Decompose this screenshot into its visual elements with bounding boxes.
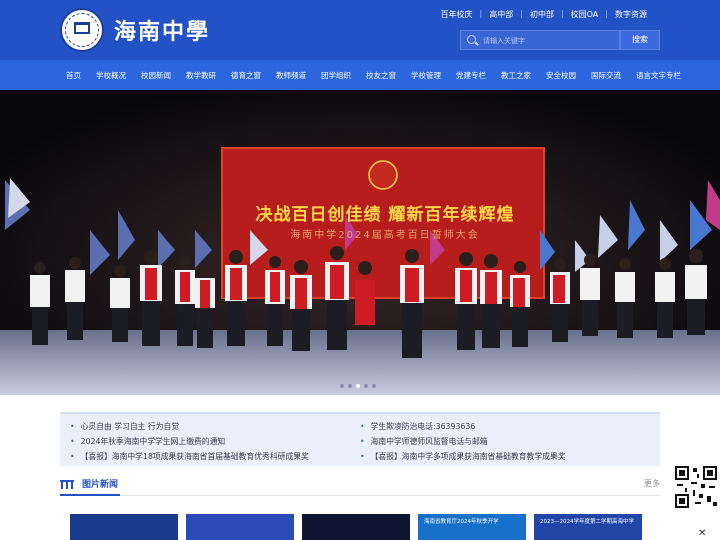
banner-photo xyxy=(0,90,720,395)
search-icon xyxy=(467,35,476,44)
close-icon[interactable]: ✕ xyxy=(698,528,706,539)
nav-item-overview[interactable]: 学校概况 xyxy=(96,70,126,81)
news-thumbnail[interactable] xyxy=(70,514,178,540)
top-link-centennial[interactable]: 百年校庆 xyxy=(434,9,480,20)
school-emblem-icon[interactable] xyxy=(60,8,104,52)
hero-banner[interactable]: 决战百日创佳绩 耀新百年续辉煌 海南中学2024届高考百日誓师大会 xyxy=(0,90,720,395)
nav-item-international[interactable]: 国际交流 xyxy=(591,70,621,81)
carousel-dot-active[interactable] xyxy=(356,384,360,388)
search-button[interactable]: 搜索 xyxy=(620,30,660,50)
banner-subtitle: 海南中学2024届高考百日誓师大会 xyxy=(290,230,480,241)
main-nav: 首页 学校概况 校园新闻 教学教研 德育之窗 教师频道 团学组织 校友之窗 学校… xyxy=(0,60,720,90)
nav-item-staff-home[interactable]: 教工之家 xyxy=(501,70,531,81)
divider: | xyxy=(605,9,608,18)
news-column-left: 心灵自由 学习自主 行为自觉 2024年秋季海南中学学生网上缴费的通知 【喜报】… xyxy=(70,419,309,464)
qr-code-icon[interactable] xyxy=(673,464,719,510)
news-item[interactable]: 【喜报】海南中学18项成果获海南省首届基础教育优秀科研成果奖 xyxy=(70,449,309,464)
top-link-digital-resources[interactable]: 数字资源 xyxy=(608,9,654,20)
thumbnail-image xyxy=(302,514,410,540)
top-link-junior-high[interactable]: 初中部 xyxy=(523,9,561,20)
search-field-wrapper xyxy=(460,30,620,50)
school-gate-icon xyxy=(60,480,74,489)
nav-item-party-building[interactable]: 党建专栏 xyxy=(456,70,486,81)
news-ticker: 心灵自由 学习自主 行为自觉 2024年秋季海南中学学生网上缴费的通知 【喜报】… xyxy=(60,412,660,466)
thumbnail-image xyxy=(70,514,178,540)
more-link[interactable]: 更多 xyxy=(644,478,660,489)
news-thumbnail[interactable] xyxy=(302,514,410,540)
picture-news-header: 图片新闻 更多 xyxy=(60,474,660,496)
nav-item-language[interactable]: 语言文字专栏 xyxy=(636,70,681,81)
nav-item-teachers[interactable]: 教师频道 xyxy=(276,70,306,81)
site-header: 海南中學 百年校庆 | 高中部 | 初中部 | 校园OA | 数字资源 搜索 xyxy=(0,0,720,60)
carousel-dots xyxy=(340,384,376,388)
picture-news-thumbnails: 海南省教育厅2024年秋季开学 2023—2024学年度第二学期高海中学 xyxy=(70,514,642,540)
news-item[interactable]: 学生欺凌防治电话:36393636 xyxy=(360,419,566,434)
top-link-oa[interactable]: 校园OA xyxy=(564,9,606,20)
news-item[interactable]: 2024年秋季海南中学学生网上缴费的通知 xyxy=(70,434,309,449)
thumbnail-caption: 2023—2024学年度第二学期高海中学 xyxy=(540,519,634,525)
news-column-right: 学生欺凌防治电话:36393636 海南中学师德师风监督电话与邮箱 【喜报】海南… xyxy=(360,419,566,464)
section-title: 图片新闻 xyxy=(82,480,119,490)
nav-item-alumni[interactable]: 校友之窗 xyxy=(366,70,396,81)
news-thumbnail[interactable]: 2023—2024学年度第二学期高海中学 xyxy=(534,514,642,540)
search-bar: 搜索 xyxy=(460,30,660,50)
thumbnail-image xyxy=(186,514,294,540)
school-name-logo[interactable]: 海南中學 xyxy=(114,14,210,46)
thumbnail-caption: 海南省教育厅2024年秋季开学 xyxy=(424,519,499,525)
nav-item-safe-campus[interactable]: 安全校园 xyxy=(546,70,576,81)
carousel-dot[interactable] xyxy=(372,384,376,388)
divider: | xyxy=(560,9,564,18)
nav-item-youth-league[interactable]: 团学组织 xyxy=(321,70,351,81)
nav-item-teaching[interactable]: 教学教研 xyxy=(186,70,216,81)
news-item[interactable]: 心灵自由 学习自主 行为自觉 xyxy=(70,419,309,434)
carousel-dot[interactable] xyxy=(340,384,344,388)
divider: | xyxy=(520,9,523,18)
news-thumbnail[interactable]: 海南省教育厅2024年秋季开学 xyxy=(418,514,526,540)
nav-item-management[interactable]: 学校管理 xyxy=(411,70,441,81)
nav-item-home[interactable]: 首页 xyxy=(66,70,81,81)
banner-title: 决战百日创佳绩 耀新百年续辉煌 xyxy=(255,205,515,225)
nav-item-campus-news[interactable]: 校园新闻 xyxy=(141,70,171,81)
carousel-dot[interactable] xyxy=(348,384,352,388)
top-link-senior-high[interactable]: 高中部 xyxy=(482,9,520,20)
search-input[interactable] xyxy=(483,33,613,49)
divider: | xyxy=(479,9,483,18)
section-title-underline xyxy=(60,494,120,496)
news-item[interactable]: 【喜报】海南中学多项成果获海南省基础教育教学成果奖 xyxy=(360,449,566,464)
carousel-dot[interactable] xyxy=(364,384,368,388)
news-thumbnail[interactable] xyxy=(186,514,294,540)
news-item[interactable]: 海南中学师德师风监督电话与邮箱 xyxy=(360,434,566,449)
top-links: 百年校庆 | 高中部 | 初中部 | 校园OA | 数字资源 xyxy=(434,9,654,20)
nav-item-moral-education[interactable]: 德育之窗 xyxy=(231,70,261,81)
